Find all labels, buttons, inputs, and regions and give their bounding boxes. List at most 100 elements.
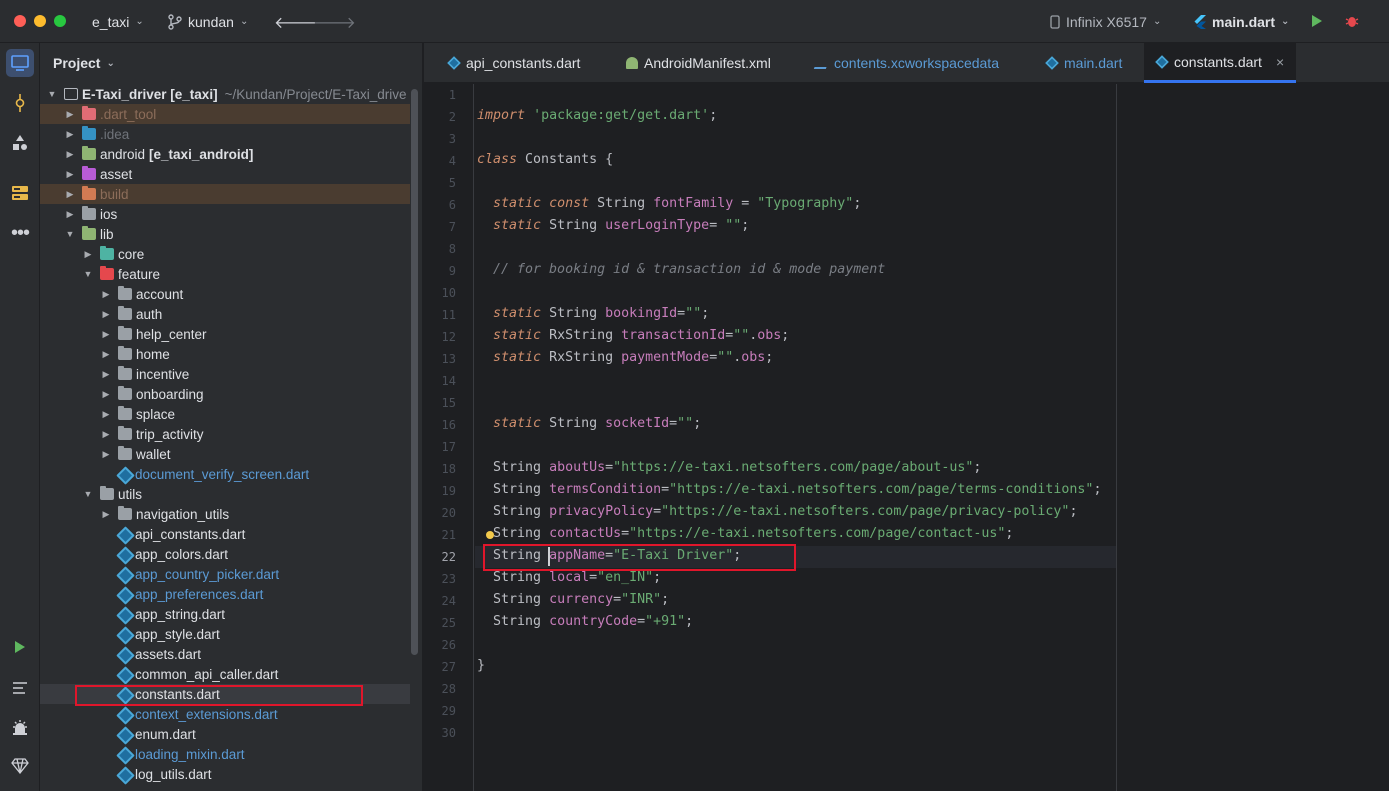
code-token: = (605, 460, 614, 475)
close-window-button[interactable] (14, 15, 26, 27)
chevron-right-icon[interactable]: ▶ (64, 129, 76, 140)
android-icon (626, 57, 638, 69)
tree-file-item[interactable]: assets.dart (40, 644, 410, 664)
logcat-tool-button[interactable] (6, 674, 34, 702)
tree-file-item[interactable]: log_utils.dart (40, 764, 410, 784)
chevron-right-icon[interactable]: ▶ (64, 149, 76, 160)
chevron-right-icon[interactable]: ▶ (100, 329, 112, 340)
chevron-right-icon[interactable]: ▶ (100, 449, 112, 460)
code-token: String (477, 504, 550, 519)
project-tool-button[interactable] (6, 49, 34, 77)
tree-file-item[interactable]: app_country_picker.dart (40, 564, 410, 584)
tree-folder-item[interactable]: ▶ incentive (40, 364, 410, 384)
tree-file-item[interactable]: api_constants.dart (40, 524, 410, 544)
tree-folder-item[interactable]: ▶ home (40, 344, 410, 364)
diamond-icon (11, 758, 29, 774)
tab-api_constants-dart[interactable]: api_constants.dart (436, 43, 601, 83)
tree-file-item[interactable]: context_extensions.dart (40, 704, 410, 724)
tree-file-item[interactable]: enum.dart (40, 724, 410, 744)
gemini-tool-button[interactable] (6, 752, 34, 780)
chevron-right-icon[interactable]: ▶ (82, 249, 94, 260)
debug-button[interactable] (1345, 14, 1359, 31)
resource-manager-button[interactable] (6, 179, 34, 207)
zoom-window-button[interactable] (54, 15, 66, 27)
tree-folder-item[interactable]: ▶ wallet (40, 444, 410, 464)
chevron-right-icon[interactable]: ▶ (100, 369, 112, 380)
close-tab-icon[interactable]: × (1276, 54, 1284, 70)
code-line: String local="en_IN"; (477, 570, 661, 585)
chevron-down-icon: ⌄ (106, 57, 115, 69)
chevron-right-icon[interactable]: ▶ (64, 169, 76, 180)
tree-file-item[interactable]: app_string.dart (40, 604, 410, 624)
tab-androidmanifest-xml[interactable]: AndroidManifest.xml (614, 43, 789, 83)
line-number: 16 (441, 418, 456, 432)
minimize-window-button[interactable] (34, 15, 46, 27)
tree-folder-item[interactable]: ▶ trip_activity (40, 424, 410, 444)
tree-folder-item[interactable]: ▶ splace (40, 404, 410, 424)
chevron-right-icon[interactable]: ▶ (100, 509, 112, 520)
module-suffix: [e_taxi_android] (149, 146, 254, 162)
code-token: = (661, 482, 670, 497)
tree-file-item[interactable]: app_colors.dart (40, 544, 410, 564)
tree-folder-item[interactable]: ▶ build (40, 184, 410, 204)
tab-contents-xcworkspacedata[interactable]: contents.xcworkspacedata (804, 43, 1019, 83)
chevron-right-icon[interactable]: ▶ (100, 429, 112, 440)
chevron-right-icon[interactable]: ▶ (100, 289, 112, 300)
lightbulb-icon[interactable] (486, 531, 494, 539)
code-token: userLoginType (605, 218, 710, 233)
tree-folder-item[interactable]: ▼ lib (40, 224, 410, 244)
tree-folder-item[interactable]: ▶ ios (40, 204, 410, 224)
back-button[interactable]: 🡐 (274, 12, 317, 33)
right-margin-guide (1116, 84, 1117, 791)
tab-constants-dart[interactable]: constants.dart × (1144, 43, 1296, 83)
tree-folder-item[interactable]: ▶ .dart_tool (40, 104, 410, 124)
tree-folder-item[interactable]: ▶ account (40, 284, 410, 304)
chevron-right-icon[interactable]: ▶ (100, 349, 112, 360)
tree-folder-item[interactable]: ▶ .idea (40, 124, 410, 144)
run-tool-button[interactable] (6, 633, 34, 661)
chevron-right-icon[interactable]: ▶ (64, 209, 76, 220)
tree-folder-item[interactable]: ▶ auth (40, 304, 410, 324)
dart-file-icon (118, 708, 131, 721)
code-editor[interactable]: 1 2 3 4 5 6 7 8 9 10 11 12 13 14 15 16 17 18 19 20 21 22 23 24 2… (424, 84, 1389, 791)
tree-file-item[interactable]: common_api_caller.dart (40, 664, 410, 684)
tree-folder-item[interactable]: ▶ onboarding (40, 384, 410, 404)
project-switcher[interactable]: e_taxi ⌄ (92, 0, 144, 43)
project-view-selector[interactable]: Project ⌄ (40, 43, 422, 83)
app-inspection-button[interactable] (6, 713, 34, 741)
tree-file-item[interactable]: app_preferences.dart (40, 584, 410, 604)
chevron-right-icon[interactable]: ▶ (100, 389, 112, 400)
tree-root[interactable]: ▼ E-Taxi_driver [e_taxi] ~/Kundan/Projec… (40, 84, 410, 104)
title-bar: e_taxi ⌄ kundan ⌄ 🡐 🡒 Infinix X6517 ⌄ ma… (0, 0, 1389, 43)
tree-folder-item[interactable]: ▶ asset (40, 164, 410, 184)
device-selector[interactable]: Infinix X6517 ⌄ (1050, 0, 1161, 43)
chevron-right-icon[interactable]: ▶ (100, 309, 112, 320)
tree-file-item[interactable]: document_verify_screen.dart (40, 464, 410, 484)
tree-file-item[interactable]: app_style.dart (40, 624, 410, 644)
chevron-down-icon[interactable]: ▼ (64, 229, 76, 239)
chevron-right-icon[interactable]: ▶ (100, 409, 112, 420)
tab-main-dart[interactable]: main.dart (1034, 43, 1134, 83)
chevron-right-icon[interactable]: ▶ (64, 109, 76, 120)
chevron-right-icon[interactable]: ▶ (64, 189, 76, 200)
tree-folder-item[interactable]: ▶ help_center (40, 324, 410, 344)
tree-folder-item[interactable]: ▶ core (40, 244, 410, 264)
code-token: fontFamily (653, 196, 734, 211)
tree-folder-item[interactable]: ▼ feature (40, 264, 410, 284)
tree-folder-item[interactable]: ▶ android [e_taxi_android] (40, 144, 410, 164)
branch-switcher[interactable]: kundan ⌄ (168, 0, 248, 43)
more-tools-button[interactable]: ••• (6, 219, 34, 247)
run-config-selector[interactable]: main.dart ⌄ (1194, 0, 1289, 43)
tree-folder-item[interactable]: ▼ utils (40, 484, 410, 504)
chevron-down-icon[interactable]: ▼ (82, 269, 94, 279)
forward-button[interactable]: 🡒 (313, 12, 356, 33)
chevron-down-icon[interactable]: ▼ (82, 489, 94, 499)
tree-scrollbar[interactable] (411, 89, 418, 655)
structure-tool-button[interactable] (6, 129, 34, 157)
run-button[interactable] (1311, 14, 1323, 31)
code-line: static const String fontFamily = "Typogr… (477, 196, 861, 211)
commit-tool-button[interactable] (6, 89, 34, 117)
tree-file-item[interactable]: loading_mixin.dart (40, 744, 410, 764)
tree-folder-item[interactable]: ▶ navigation_utils (40, 504, 410, 524)
